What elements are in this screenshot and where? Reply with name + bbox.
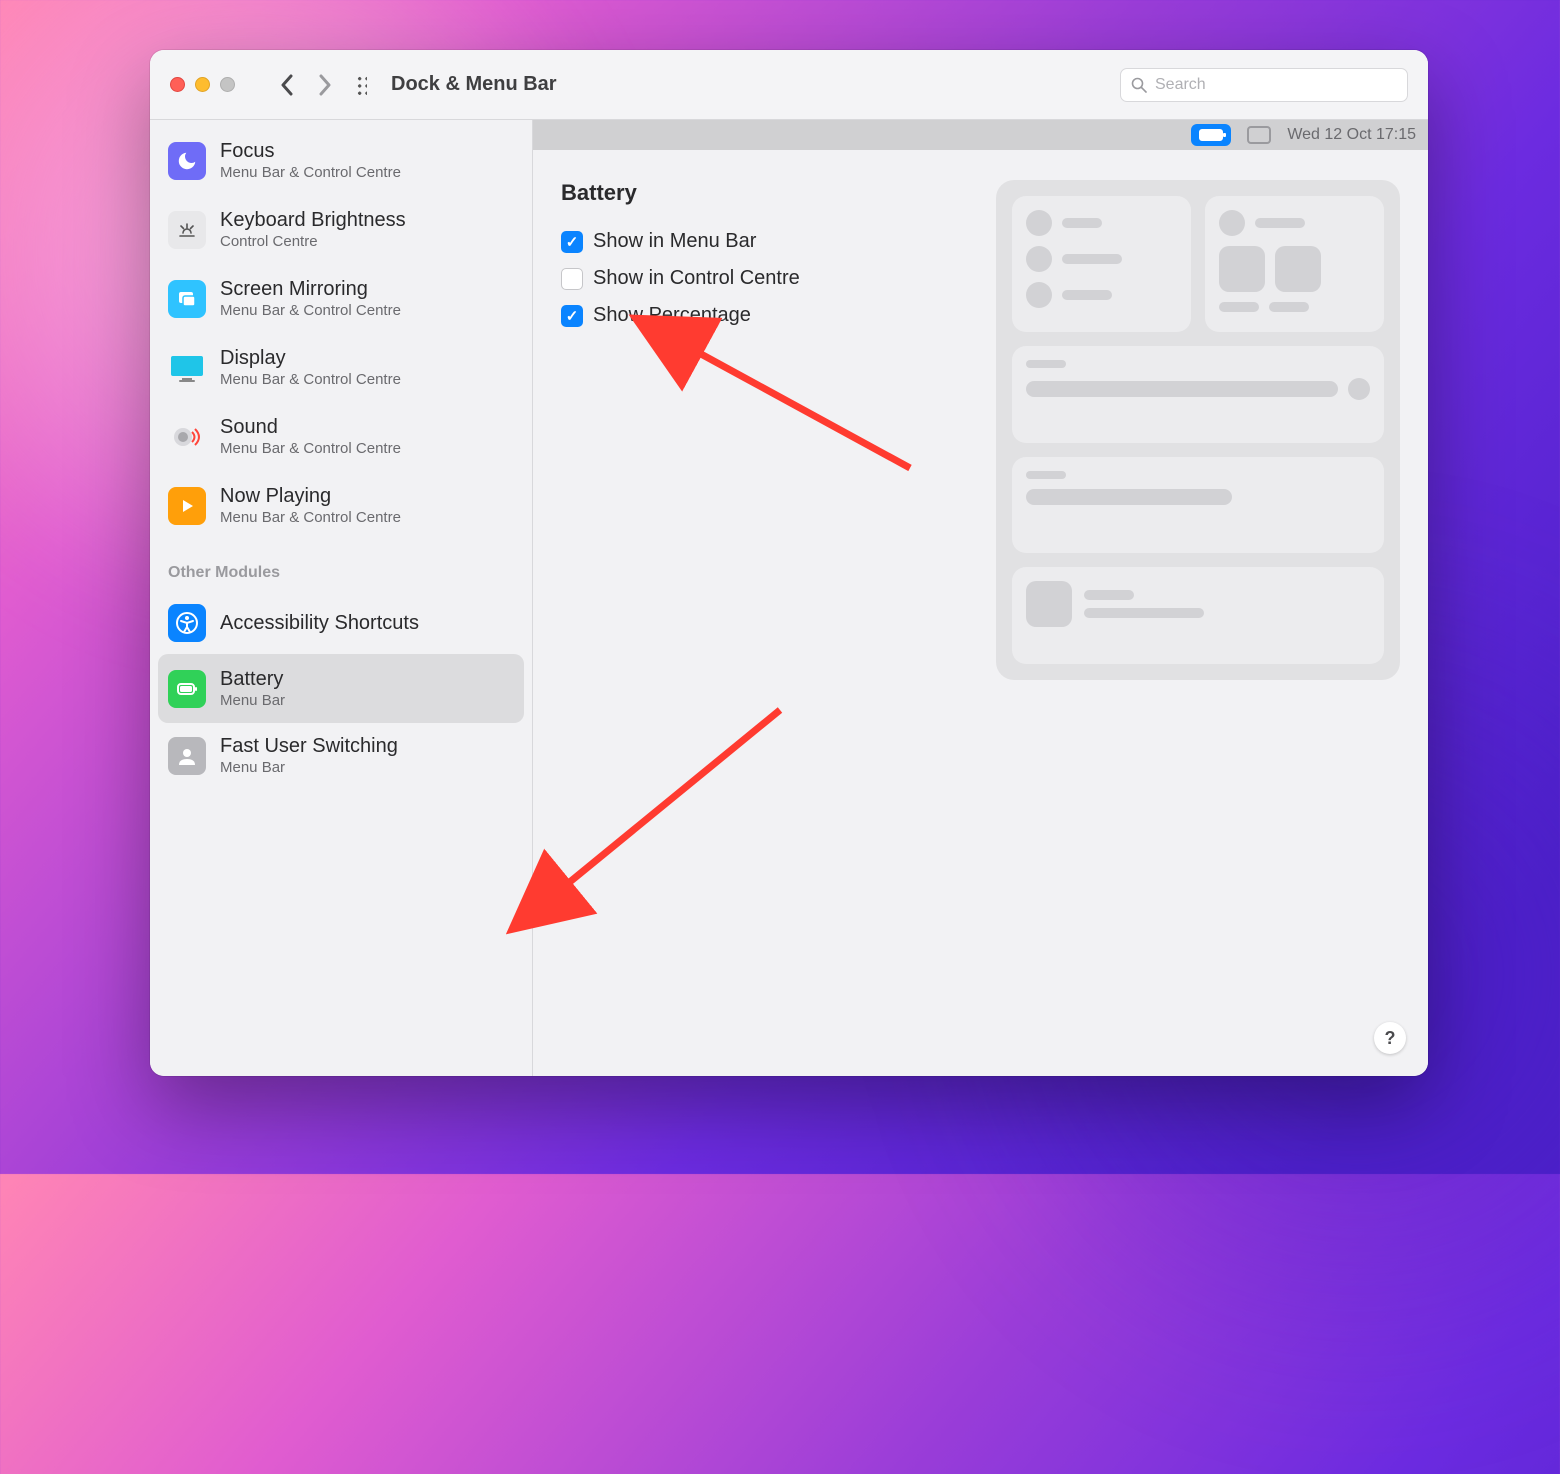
minimize-window-button[interactable] [195,77,210,92]
checkbox[interactable] [561,231,583,253]
show-all-button[interactable] [349,67,377,103]
option-show-in-menu-bar[interactable]: Show in Menu Bar [561,230,966,253]
sidebar-item-battery[interactable]: Battery Menu Bar [158,654,524,723]
sidebar-item-now-playing[interactable]: Now Playing Menu Bar & Control Centre [150,471,532,540]
window-title: Dock & Menu Bar [391,73,557,96]
chevron-left-icon [280,74,294,96]
keyboard-brightness-icon [168,211,206,249]
sidebar-item-label: Sound [220,416,401,438]
screen-mirroring-icon [168,280,206,318]
zoom-window-button[interactable] [220,77,235,92]
search-icon [1131,77,1147,93]
battery-icon [168,670,206,708]
grid-icon [355,74,367,96]
search-field[interactable] [1120,68,1408,102]
sidebar-item-sound[interactable]: Sound Menu Bar & Control Centre [150,402,532,471]
now-playing-icon [168,487,206,525]
menubar-datetime: Wed 12 Oct 17:15 [1287,126,1416,144]
search-input[interactable] [1155,76,1397,94]
sound-icon [168,418,206,456]
close-window-button[interactable] [170,77,185,92]
menubar-control-centre-icon [1247,126,1271,144]
sidebar-item-label: Now Playing [220,485,401,507]
sidebar-item-sub: Menu Bar & Control Centre [220,164,401,181]
sidebar-item-sub: Menu Bar & Control Centre [220,440,401,457]
checkbox-label: Show Percentage [593,304,751,327]
sidebar[interactable]: Focus Menu Bar & Control Centre Keyboard… [150,120,533,1076]
preferences-window: Dock & Menu Bar Focus Menu Bar & Control… [150,50,1428,1076]
menubar-battery-icon [1191,124,1231,146]
sidebar-item-accessibility-shortcuts[interactable]: Accessibility Shortcuts [150,592,532,654]
sidebar-item-display[interactable]: Display Menu Bar & Control Centre [150,333,532,402]
window-controls [170,77,235,92]
checkbox[interactable] [561,305,583,327]
sidebar-item-fast-user-switching[interactable]: Fast User Switching Menu Bar [150,723,532,788]
toolbar: Dock & Menu Bar [150,50,1428,120]
option-show-percentage[interactable]: Show Percentage [561,304,966,327]
chevron-right-icon [318,74,332,96]
back-button[interactable] [273,67,301,103]
main-content: Wed 12 Oct 17:15 Battery Show in Menu Ba… [533,120,1428,1076]
help-button[interactable]: ? [1374,1022,1406,1054]
sidebar-item-sub: Menu Bar & Control Centre [220,371,401,388]
accessibility-icon [168,604,206,642]
forward-button[interactable] [311,67,339,103]
sidebar-item-label: Accessibility Shortcuts [220,612,419,634]
sidebar-item-label: Screen Mirroring [220,278,401,300]
sidebar-item-label: Fast User Switching [220,735,398,757]
checkbox-label: Show in Menu Bar [593,230,756,253]
sidebar-item-label: Focus [220,140,401,162]
focus-icon [168,142,206,180]
settings-title: Battery [561,180,966,206]
help-icon: ? [1385,1028,1396,1049]
checkbox[interactable] [561,268,583,290]
display-icon [168,349,206,387]
sidebar-item-label: Display [220,347,401,369]
sidebar-item-label: Battery [220,668,285,690]
sidebar-item-sub: Control Centre [220,233,406,250]
sidebar-item-sub: Menu Bar & Control Centre [220,509,401,526]
checkbox-label: Show in Control Centre [593,267,800,290]
menubar-preview: Wed 12 Oct 17:15 [533,120,1428,150]
sidebar-item-focus[interactable]: Focus Menu Bar & Control Centre [150,126,532,195]
sidebar-item-keyboard-brightness[interactable]: Keyboard Brightness Control Centre [150,195,532,264]
option-show-in-control-centre[interactable]: Show in Control Centre [561,267,966,290]
fast-user-switching-icon [168,737,206,775]
sidebar-item-screen-mirroring[interactable]: Screen Mirroring Menu Bar & Control Cent… [150,264,532,333]
sidebar-item-sub: Menu Bar & Control Centre [220,302,401,319]
sidebar-section-header: Other Modules [150,540,532,592]
control-centre-preview [996,180,1400,680]
sidebar-item-sub: Menu Bar [220,759,398,776]
sidebar-item-sub: Menu Bar [220,692,285,709]
sidebar-item-label: Keyboard Brightness [220,209,406,231]
